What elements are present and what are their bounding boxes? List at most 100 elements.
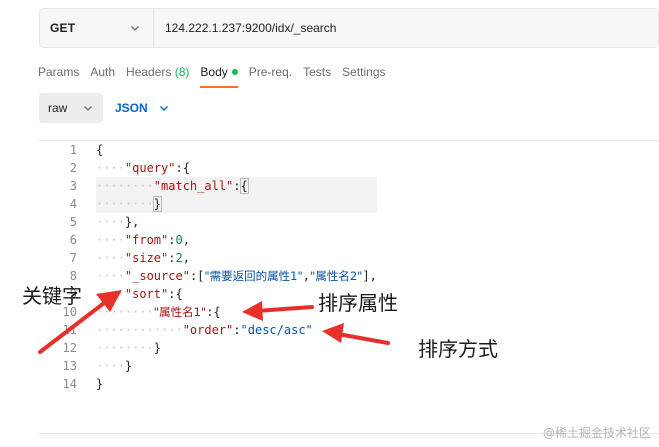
code-token: : [233,323,241,337]
tab-label: Headers [126,65,172,79]
line-number: 5 [69,215,77,229]
code-token: :{ [206,305,221,319]
code-token: } [96,377,104,391]
code-editor[interactable]: 1 2 3 4 5 6 7 8 9 10 11 12 13 14 {····"query":{······… [39,141,659,431]
code-token: , [302,269,311,283]
indent-guide: ········ [96,305,154,319]
line-number: 6 [69,233,77,247]
headers-count-badge: (8) [174,65,190,79]
tab-body[interactable]: Body [200,62,239,88]
indent-guide: ···· [96,161,125,175]
line-number: 11 [62,323,77,337]
tab-label: Tests [303,65,332,79]
indent-guide: ···· [96,287,125,301]
tab-label: Auth [90,65,116,79]
line-number-gutter: 1 2 3 4 5 6 7 8 9 10 11 12 13 14 [39,141,77,393]
code-token: , [182,233,190,247]
tab-params[interactable]: Params [38,62,79,88]
code-token: "from" [124,233,169,247]
watermark: @稀土掘金技术社区 [542,426,651,440]
tab-label: Body [200,65,228,79]
chevron-down-icon [82,102,94,114]
chevron-down-icon [158,102,170,114]
line-number: 14 [62,377,77,391]
language-label: JSON [115,101,148,115]
code-token: : [168,251,176,265]
tab-tests[interactable]: Tests [303,62,331,88]
chevron-down-icon [129,22,141,34]
tab-label: Pre-req. [248,65,293,79]
code-token: "属性名2" [310,269,363,283]
annotation-sort-attribute: 排序属性 [318,291,398,315]
code-line: { [96,141,377,159]
indent-guide: ········ [96,197,154,211]
code-token: "desc/asc" [240,323,313,337]
code-content[interactable]: {····"query":{········"match_all":{·····… [96,141,377,393]
tab-headers[interactable]: Headers (8) [126,62,189,88]
method-label: GET [50,21,76,35]
code-token: "_source" [124,269,190,283]
code-line: ····"_source":["需要返回的属性1","属性名2"], [96,267,377,285]
code-token: ], [362,269,377,283]
indent-guide: ········ [96,341,154,355]
code-token: :{ [175,161,190,175]
tab-settings[interactable]: Settings [342,62,385,88]
code-token: } [152,196,163,212]
code-token: { [96,143,104,157]
body-mode-label: raw [48,101,68,115]
code-line: } [96,375,377,393]
indent-guide: ············ [96,323,183,337]
code-token: 2 [175,251,183,265]
tab-pre-request[interactable]: Pre-req. [249,62,292,88]
indent-guide: ········ [96,179,154,193]
indent-guide: ···· [96,233,125,247]
method-select[interactable]: GET [40,9,154,47]
indent-guide: ···· [96,269,125,283]
code-token: , [182,251,190,265]
line-number: 1 [69,143,77,157]
tab-label: Settings [342,65,386,79]
code-line: ········} [96,339,377,357]
code-token: 0 [175,233,183,247]
tab-auth[interactable]: Auth [90,62,115,88]
code-line: ········"match_all":{ [96,177,377,195]
code-token: "query" [124,161,176,175]
code-token: "需要返回的属性1" [204,269,303,283]
code-token: "order" [182,323,234,337]
language-select[interactable]: JSON [115,101,170,115]
line-number: 2 [69,161,77,175]
line-number: 13 [62,359,77,373]
indent-guide: ···· [96,251,125,265]
request-url-bar: GET 124.222.1.237:9200/idx/_search [39,8,659,48]
code-token: :[ [189,269,205,283]
code-token: :{ [168,287,183,301]
code-token: }, [124,215,140,229]
code-line: ····"from":0, [96,231,377,249]
annotation-keyword: 关键字 [22,284,82,308]
indent-guide: ···· [96,215,125,229]
line-number: 7 [69,251,77,265]
line-number: 3 [69,179,77,193]
code-line: ············"order":"desc/asc" [96,321,377,339]
code-token: { [239,178,249,194]
code-line: ····"query":{ [96,159,377,177]
line-number: 4 [69,197,77,211]
code-line: ····} [96,357,377,375]
tab-label: Params [38,65,80,79]
indent-guide: ···· [96,359,125,373]
code-token: : [168,233,176,247]
url-input[interactable]: 124.222.1.237:9200/idx/_search [154,9,658,47]
code-line: ········} [96,195,377,213]
line-number: 12 [62,341,77,355]
annotation-sort-method: 排序方式 [418,337,498,361]
code-token: : [233,179,241,193]
status-dot-icon [231,69,238,75]
code-token: "sort" [124,287,169,301]
body-mode-select[interactable]: raw [39,93,103,123]
code-token: "match_all" [153,179,234,193]
code-token: } [124,359,133,373]
code-line: ····}, [96,213,377,231]
request-tabs: Params Auth Headers (8) Body Pre-req. Te… [38,62,397,88]
body-type-row: raw JSON [39,93,170,123]
code-token: } [153,341,162,355]
